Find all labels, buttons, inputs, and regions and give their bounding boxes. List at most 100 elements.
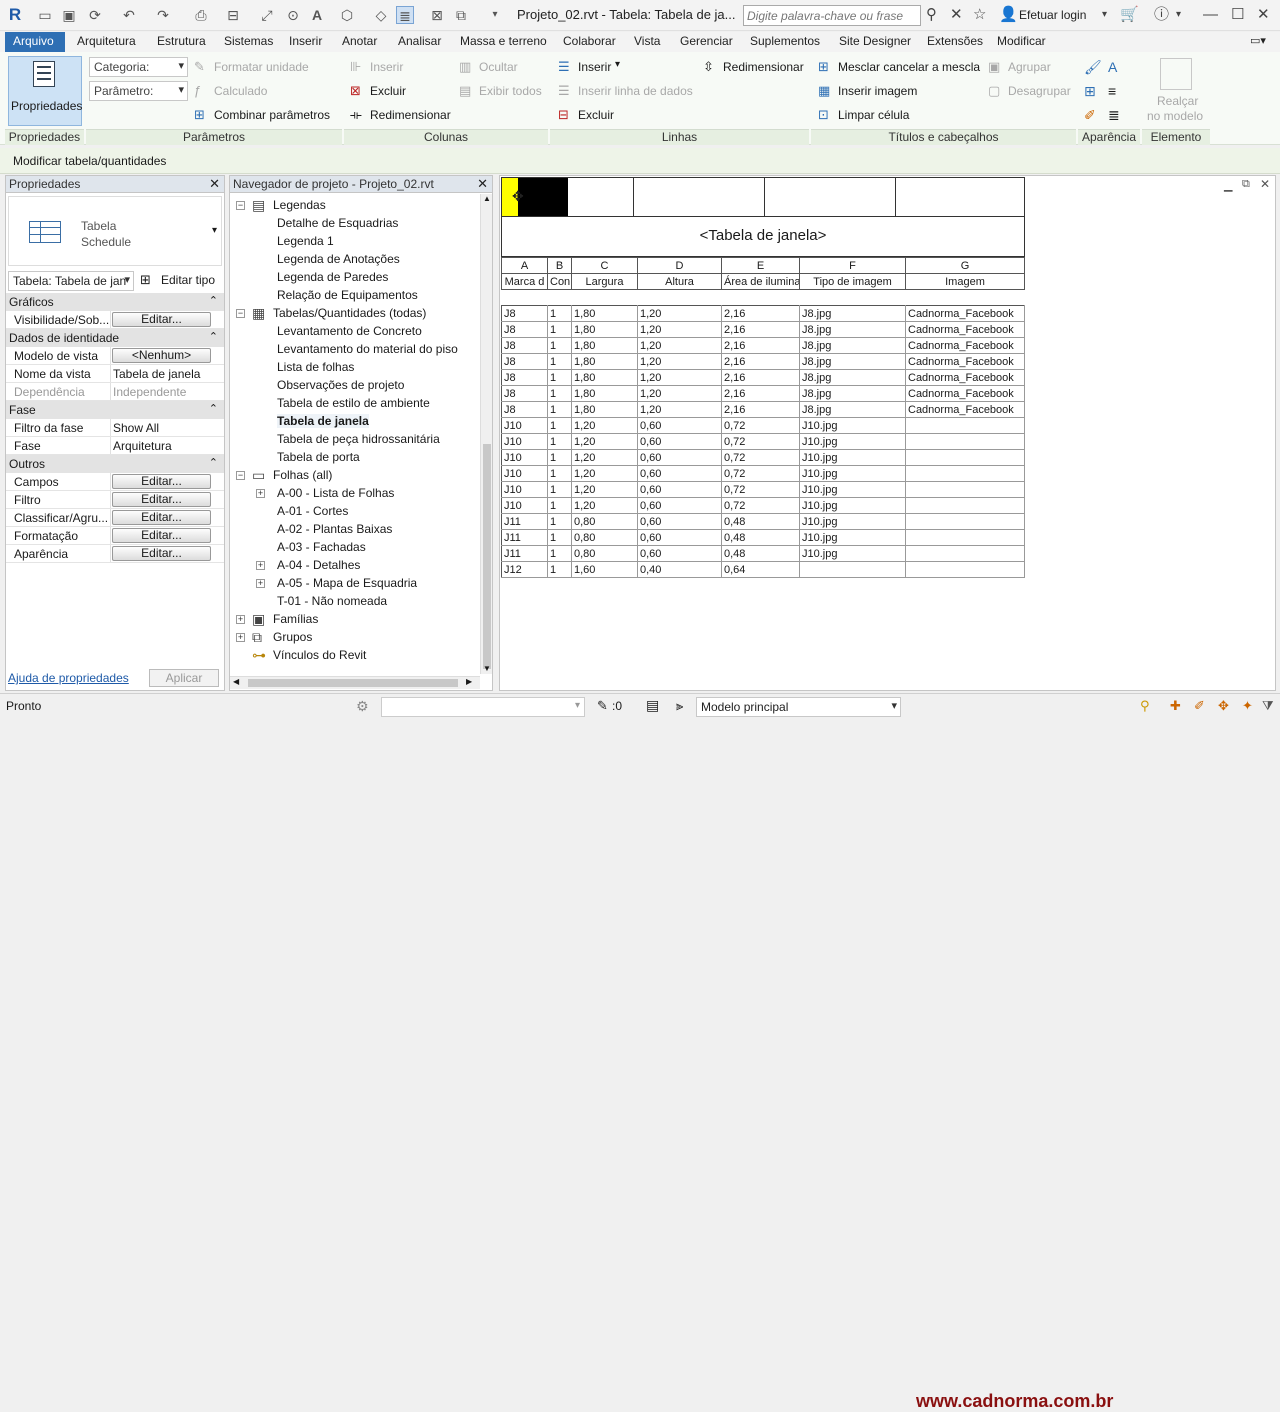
table-cell[interactable]: 1 <box>547 529 572 546</box>
properties-help-link[interactable]: Ajuda de propriedades <box>8 671 129 685</box>
table-cell[interactable]: 1,20 <box>571 465 638 482</box>
scroll-right-icon[interactable]: ▶ <box>466 677 472 686</box>
table-cell[interactable] <box>905 449 1025 466</box>
browser-item[interactable]: Observações de projeto <box>277 378 404 392</box>
table-cell[interactable]: 1 <box>547 545 572 562</box>
measure-icon[interactable]: ⊟ <box>224 6 242 24</box>
table-cell[interactable]: 1,80 <box>571 305 638 322</box>
close-icon[interactable]: ✕ <box>477 176 488 192</box>
table-cell[interactable]: 1 <box>547 321 572 338</box>
instance-selector[interactable]: Tabela: Tabela de jan <box>8 271 134 291</box>
table-cell[interactable]: J10.jpg <box>799 449 906 466</box>
table-cell[interactable]: Cadnorma_Facebook <box>905 353 1025 370</box>
table-cell[interactable]: J10.jpg <box>799 545 906 562</box>
tab-extensoes[interactable]: Extensões <box>927 34 983 48</box>
table-cell[interactable]: 0,80 <box>571 513 638 530</box>
select-underlay-icon[interactable]: ✐ <box>1194 698 1205 714</box>
table-cell[interactable] <box>799 561 906 578</box>
prop-edit-button[interactable]: <Nenhum> <box>112 348 211 363</box>
apply-button[interactable]: Aplicar <box>149 669 219 687</box>
resize-row-button[interactable]: Redimensionar <box>723 60 804 74</box>
table-cell[interactable]: 1,80 <box>571 385 638 402</box>
table-cell[interactable]: 1,60 <box>571 561 638 578</box>
table-cell[interactable]: J10.jpg <box>799 513 906 530</box>
table-cell[interactable]: J8.jpg <box>799 353 906 370</box>
table-cell[interactable]: 1 <box>547 305 572 322</box>
category-select[interactable]: Categoria: <box>89 57 188 77</box>
table-cell[interactable]: 1,20 <box>571 433 638 450</box>
table-cell[interactable]: Cadnorma_Facebook <box>905 385 1025 402</box>
table-cell[interactable]: 1 <box>547 385 572 402</box>
cart-icon[interactable]: 🛒 <box>1120 6 1139 24</box>
format-unit-button[interactable]: Formatar unidade <box>214 60 309 74</box>
table-cell[interactable]: J8.jpg <box>799 385 906 402</box>
calculated-button[interactable]: Calculado <box>214 84 267 98</box>
insert-column-button[interactable]: Inserir <box>370 60 403 74</box>
parameter-select[interactable]: Parâmetro: <box>89 81 188 101</box>
table-cell[interactable]: J12 <box>501 561 548 578</box>
expand-icon[interactable]: + <box>256 489 265 498</box>
thin-lines-icon[interactable]: ≣ <box>396 6 414 24</box>
table-cell[interactable]: 0,72 <box>721 449 800 466</box>
table-cell[interactable]: 0,60 <box>637 433 722 450</box>
vertical-scrollbar[interactable]: ▲ ▼ <box>480 194 492 674</box>
browser-item[interactable]: Famílias <box>273 612 318 626</box>
table-cell[interactable]: 0,60 <box>637 545 722 562</box>
column-header[interactable]: Marca d <box>501 273 548 290</box>
binoculars-icon[interactable]: ⚲ <box>926 6 937 24</box>
collapse-icon[interactable]: − <box>236 309 245 318</box>
prop-section-header[interactable]: Dados de identidade ⌃ <box>6 329 224 347</box>
browser-item[interactable]: Grupos <box>273 630 312 644</box>
collapse-icon[interactable]: ⌃ <box>209 330 218 343</box>
browser-item[interactable]: A-02 - Plantas Baixas <box>277 522 392 536</box>
column-letter[interactable]: E <box>721 257 800 274</box>
ribbon-toggle-icon[interactable]: ▭▾ <box>1250 34 1266 47</box>
table-cell[interactable]: 1 <box>547 465 572 482</box>
table-cell[interactable]: J10.jpg <box>799 433 906 450</box>
tab-site-designer[interactable]: Site Designer <box>839 34 911 48</box>
table-cell[interactable]: 2,16 <box>721 385 800 402</box>
table-cell[interactable]: 0,48 <box>721 513 800 530</box>
table-cell[interactable]: 0,60 <box>637 449 722 466</box>
edit-type-button[interactable]: Editar tipo <box>161 273 215 287</box>
filter-icon[interactable]: ⫸ <box>676 698 683 714</box>
table-cell[interactable]: 1 <box>547 561 572 578</box>
group-button[interactable]: Agrupar <box>1008 60 1051 74</box>
browser-item[interactable]: Tabela de porta <box>277 450 360 464</box>
clear-cell-button[interactable]: Limpar célula <box>838 108 909 122</box>
hide-button[interactable]: Ocultar <box>479 60 518 74</box>
table-cell[interactable]: 1 <box>547 353 572 370</box>
select-links-icon[interactable]: ⚲ <box>1140 698 1150 714</box>
browser-item[interactable]: T-01 - Não nomeada <box>277 594 387 608</box>
revit-logo-icon[interactable]: R <box>6 6 24 24</box>
table-cell[interactable]: J8 <box>501 353 548 370</box>
image-header-row[interactable]: ✥ <box>501 177 1025 217</box>
tab-vista[interactable]: Vista <box>634 34 660 48</box>
view-close-icon[interactable]: ✕ <box>1260 177 1270 191</box>
communication-icon[interactable]: ✕ <box>950 6 963 24</box>
table-cell[interactable]: 2,16 <box>721 305 800 322</box>
prop-section-header[interactable]: Outros ⌃ <box>6 455 224 473</box>
design-options-icon[interactable]: ▤ <box>646 697 659 714</box>
table-cell[interactable] <box>905 545 1025 562</box>
table-cell[interactable]: 1,20 <box>637 321 722 338</box>
reset-icon[interactable]: ✐ <box>1084 107 1100 123</box>
table-cell[interactable]: 0,60 <box>637 513 722 530</box>
insert-row-dropdown-icon[interactable]: ▾ <box>615 59 620 70</box>
user-icon[interactable]: 👤 <box>999 6 1018 24</box>
browser-item[interactable]: Tabelas/Quantidades (todas) <box>273 306 426 320</box>
column-letter[interactable]: C <box>571 257 638 274</box>
table-cell[interactable]: J11 <box>501 529 548 546</box>
table-cell[interactable] <box>905 529 1025 546</box>
schedule-title[interactable]: <Tabela de janela> <box>501 216 1025 257</box>
switch-windows-icon[interactable]: ⧉ <box>452 6 470 24</box>
tab-anotar[interactable]: Anotar <box>342 34 377 48</box>
browser-item[interactable]: Legendas <box>273 198 326 212</box>
shading-icon[interactable]: 🖌 <box>1084 59 1102 75</box>
browser-item[interactable]: Legenda 1 <box>277 234 334 248</box>
view-restore-icon[interactable]: ⧉ <box>1242 178 1250 191</box>
login-dropdown-icon[interactable]: ▾ <box>1102 6 1107 24</box>
table-cell[interactable]: J8 <box>501 369 548 386</box>
column-letter[interactable]: F <box>799 257 906 274</box>
table-cell[interactable]: Cadnorma_Facebook <box>905 337 1025 354</box>
